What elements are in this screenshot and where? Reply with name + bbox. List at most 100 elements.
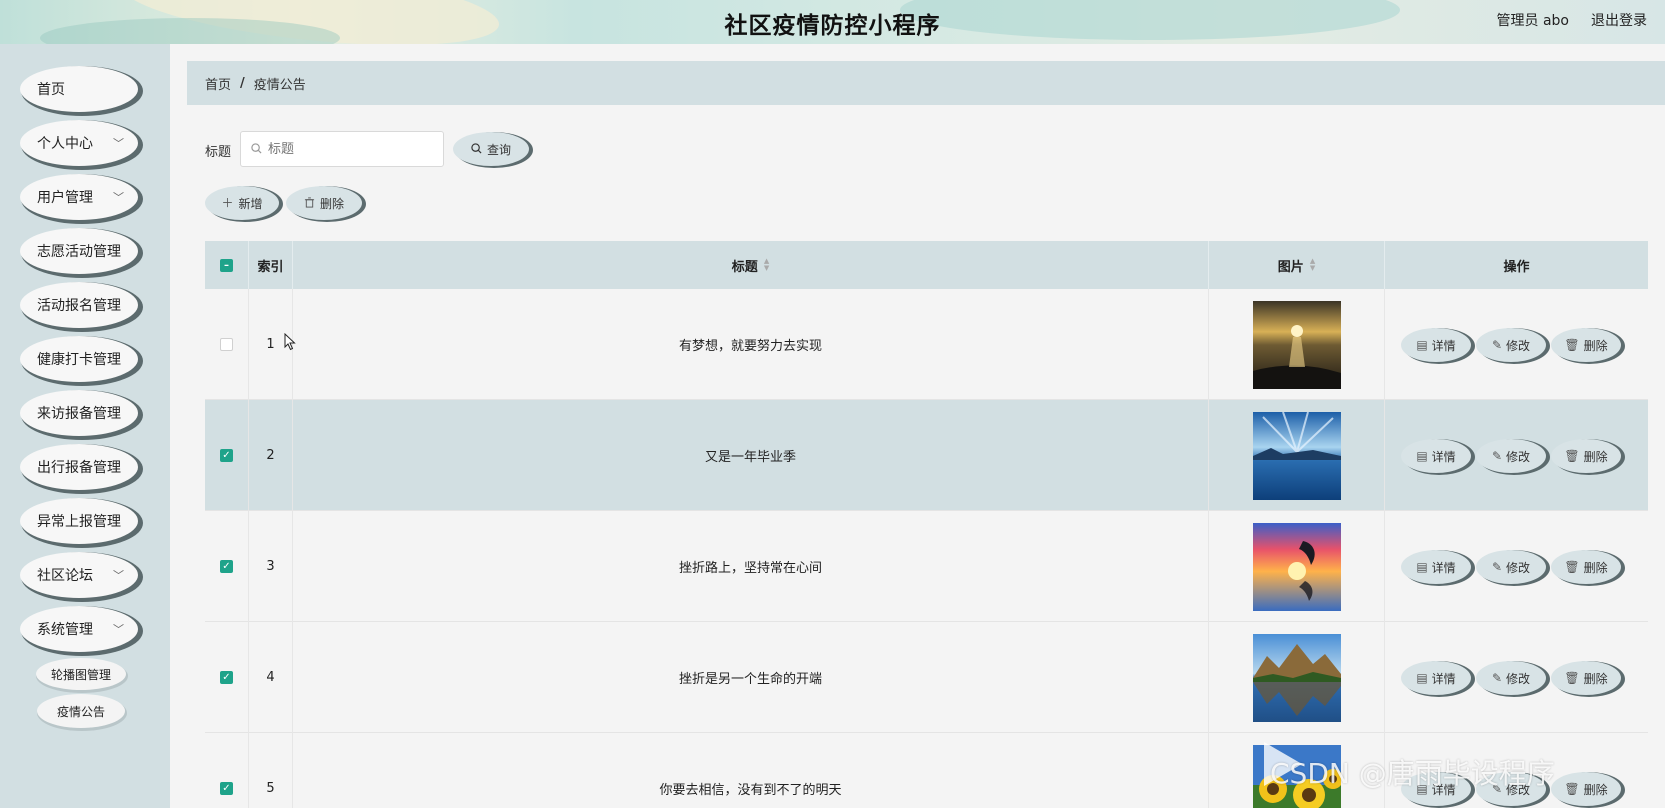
header-image[interactable]: 图片 ▲ ▼ xyxy=(1209,241,1385,289)
row-select-cell: ✓ xyxy=(205,733,249,808)
row-index: 2 xyxy=(249,400,293,511)
blue-lake-thumbnail[interactable] xyxy=(1252,411,1341,500)
row-checkbox[interactable] xyxy=(220,338,233,351)
detail-button[interactable]: ▤ 详情 xyxy=(1401,328,1471,362)
search-input[interactable] xyxy=(268,141,428,157)
sidebar-item-users[interactable]: 用户管理 ﹀ xyxy=(20,174,138,220)
header-title[interactable]: 标题 ▲ ▼ xyxy=(293,241,1209,289)
trash-icon: 🗑 xyxy=(1564,560,1580,574)
delete-button[interactable]: 🗑 删除 xyxy=(1551,550,1621,584)
sidebar-item-home[interactable]: 首页 xyxy=(20,66,138,112)
detail-button-label: 详情 xyxy=(1431,338,1456,353)
select-all-checkbox[interactable]: – xyxy=(220,258,233,272)
header-image-label: 图片 xyxy=(1277,259,1304,275)
sidebar-item-label: 首页 xyxy=(37,82,65,98)
user-area: 管理员 abo 退出登录 xyxy=(1497,10,1647,30)
row-title: 挫折是另一个生命的开端 xyxy=(293,622,1209,733)
delete-button-label: 删除 xyxy=(1583,782,1608,797)
batch-delete-button[interactable]: 删除 xyxy=(286,186,362,220)
document-icon: ▤ xyxy=(1416,671,1428,685)
sidebar-item-profile[interactable]: 个人中心 ﹀ xyxy=(20,120,138,166)
add-button[interactable]: ＋ 新增 xyxy=(205,186,279,220)
row-select-cell: ✓ xyxy=(205,400,249,511)
sidebar-item-system[interactable]: 系统管理 ﹀ xyxy=(20,606,138,652)
row-index: 5 xyxy=(249,733,293,808)
search-icon xyxy=(471,142,482,156)
table-header: – 索引 标题 ▲ ▼ 图片 ▲ ▼ 操作 xyxy=(205,241,1648,289)
detail-button[interactable]: ▤ 详情 xyxy=(1401,661,1471,695)
delete-button[interactable]: 🗑 删除 xyxy=(1551,661,1621,695)
dolphin-sunset-thumbnail[interactable] xyxy=(1252,522,1341,611)
edit-button[interactable]: ✎ 修改 xyxy=(1476,328,1546,362)
edit-button-label: 修改 xyxy=(1506,671,1531,686)
detail-button-label: 详情 xyxy=(1431,449,1456,464)
sidebar-item-label: 活动报名管理 xyxy=(37,298,121,314)
delete-button-label: 删除 xyxy=(1583,671,1608,686)
sidebar-item-label: 个人中心 xyxy=(37,136,93,152)
detail-button[interactable]: ▤ 详情 xyxy=(1401,439,1471,473)
table-row: ✓ 3 挫折路上，坚持常在心间 ▤ 详情 ✎ 修改 🗑 删除 xyxy=(205,511,1648,622)
sunset-beach-thumbnail[interactable] xyxy=(1252,300,1341,389)
row-ops: ▤ 详情 ✎ 修改 🗑 删除 xyxy=(1385,622,1648,733)
row-select-cell xyxy=(205,289,249,400)
header-ops: 操作 xyxy=(1503,259,1530,275)
chevron-down-icon: ﹀ xyxy=(113,569,124,582)
sidebar-subitem-notice[interactable]: 疫情公告 xyxy=(37,694,125,728)
edit-button[interactable]: ✎ 修改 xyxy=(1476,550,1546,584)
document-icon: ▤ xyxy=(1416,449,1428,463)
breadcrumb-home[interactable]: 首页 xyxy=(205,74,231,93)
row-image-cell xyxy=(1209,622,1385,733)
sidebar-subitem-carousel[interactable]: 轮播图管理 xyxy=(36,658,126,690)
mountain-lake-thumbnail[interactable] xyxy=(1252,633,1341,722)
row-checkbox[interactable]: ✓ xyxy=(220,671,233,684)
sidebar-item-label: 出行报备管理 xyxy=(37,460,121,476)
edit-button[interactable]: ✎ 修改 xyxy=(1476,439,1546,473)
search-icon xyxy=(251,142,262,156)
trash-icon: 🗑 xyxy=(1564,782,1580,796)
sort-icon[interactable]: ▲ ▼ xyxy=(1310,258,1315,272)
batch-delete-button-label: 删除 xyxy=(319,196,344,211)
row-image-cell xyxy=(1209,400,1385,511)
edit-button-label: 修改 xyxy=(1506,449,1531,464)
detail-button[interactable]: ▤ 详情 xyxy=(1401,550,1471,584)
sidebar-item-abnormal[interactable]: 异常上报管理 xyxy=(20,498,138,544)
edit-button-label: 修改 xyxy=(1506,560,1531,575)
logout-link[interactable]: 退出登录 xyxy=(1591,10,1647,30)
sidebar-item-volunteer[interactable]: 志愿活动管理 xyxy=(20,228,138,274)
document-icon: ▤ xyxy=(1416,560,1428,574)
search-label: 标题 xyxy=(205,145,232,160)
sidebar-item-label: 健康打卡管理 xyxy=(37,352,121,368)
table-row: 1 有梦想，就要努力去实现 ▤ 详情 ✎ 修改 🗑 删除 xyxy=(205,289,1648,400)
pencil-icon: ✎ xyxy=(1491,449,1503,463)
row-title: 又是一年毕业季 xyxy=(293,400,1209,511)
sort-icon[interactable]: ▲ ▼ xyxy=(764,258,769,272)
edit-button[interactable]: ✎ 修改 xyxy=(1476,661,1546,695)
delete-button[interactable]: 🗑 删除 xyxy=(1551,772,1621,806)
row-select-cell: ✓ xyxy=(205,511,249,622)
sidebar-item-visitor[interactable]: 来访报备管理 xyxy=(20,390,138,436)
row-checkbox[interactable]: ✓ xyxy=(220,449,233,462)
breadcrumb-separator: / xyxy=(240,75,245,91)
admin-user-label[interactable]: 管理员 abo xyxy=(1497,10,1569,30)
query-button[interactable]: 查询 xyxy=(453,132,529,166)
app-title: 社区疫情防控小程序 xyxy=(724,13,941,39)
delete-button-label: 删除 xyxy=(1583,449,1608,464)
search-field[interactable] xyxy=(240,131,444,167)
delete-button[interactable]: 🗑 删除 xyxy=(1551,328,1621,362)
delete-button[interactable]: 🗑 删除 xyxy=(1551,439,1621,473)
sidebar-item-signup[interactable]: 活动报名管理 xyxy=(20,282,138,328)
pencil-icon: ✎ xyxy=(1491,338,1503,352)
sidebar-item-health[interactable]: 健康打卡管理 xyxy=(20,336,138,382)
sidebar-item-forum[interactable]: 社区论坛 ﹀ xyxy=(20,552,138,598)
sidebar-item-label: 志愿活动管理 xyxy=(37,244,121,260)
edit-button-label: 修改 xyxy=(1506,338,1531,353)
row-checkbox[interactable]: ✓ xyxy=(220,782,233,795)
pencil-icon: ✎ xyxy=(1491,560,1503,574)
row-title: 有梦想，就要努力去实现 xyxy=(293,289,1209,400)
header-title-label: 标题 xyxy=(731,259,758,275)
top-header: 社区疫情防控小程序 管理员 abo 退出登录 xyxy=(0,0,1665,44)
trash-icon: 🗑 xyxy=(1564,671,1580,685)
breadcrumb: 首页 / 疫情公告 xyxy=(187,61,1665,105)
sidebar-item-travel[interactable]: 出行报备管理 xyxy=(20,444,138,490)
row-checkbox[interactable]: ✓ xyxy=(220,560,233,573)
